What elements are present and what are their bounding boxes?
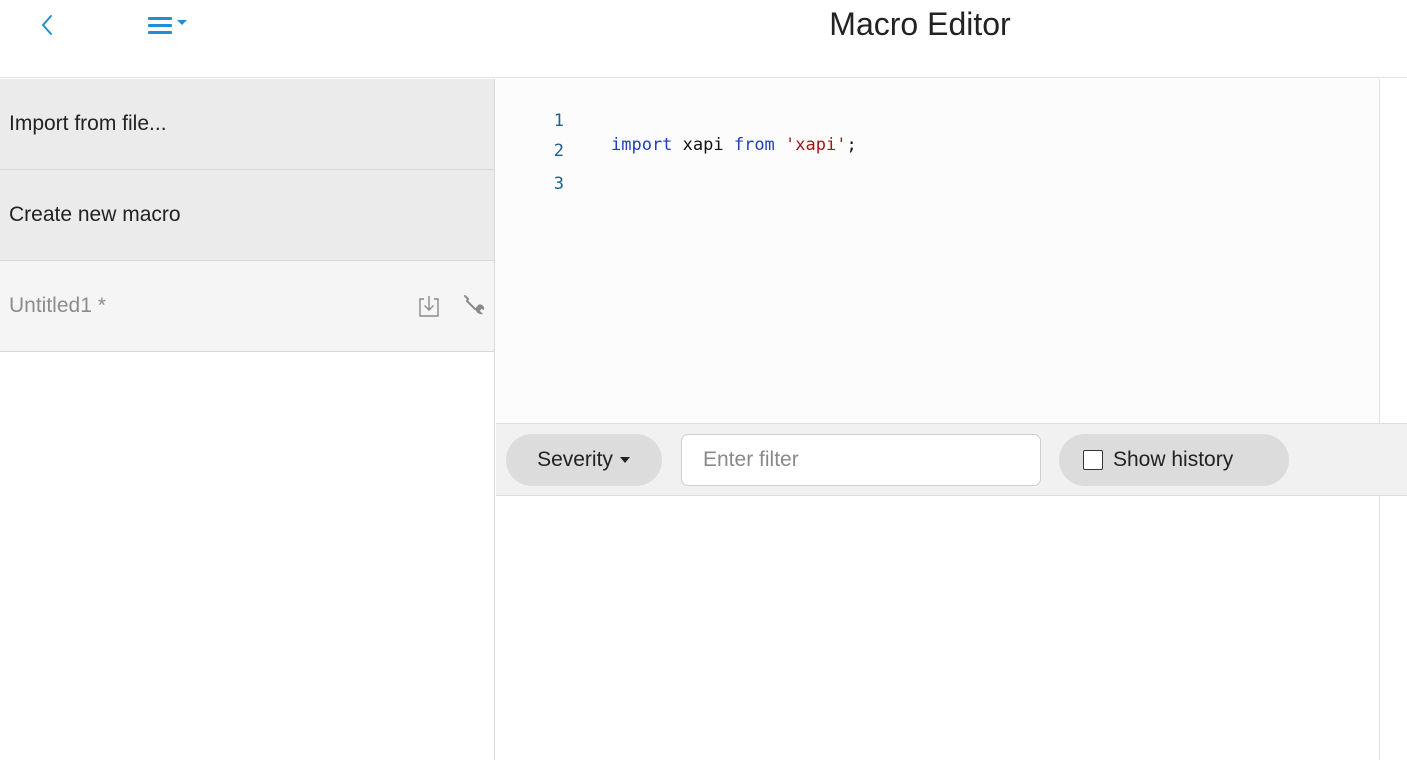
macro-sidebar: Import from file... Create new macro Unt…: [0, 79, 495, 760]
severity-dropdown[interactable]: Severity: [506, 434, 662, 486]
log-output: [496, 496, 1379, 760]
hamburger-menu-icon: [148, 17, 187, 34]
log-toolbar: Severity Show history: [496, 423, 1407, 496]
macro-list-item[interactable]: Untitled1 *: [0, 261, 494, 352]
code-line: 1 import xapi from 'xapi';: [496, 85, 1379, 155]
caret-down-icon: [619, 457, 630, 463]
save-download-icon: [419, 296, 439, 317]
show-history-checkbox[interactable]: [1083, 450, 1103, 470]
chevron-left-icon: [42, 15, 52, 35]
wrench-icon: [464, 295, 485, 315]
menu-button[interactable]: [140, 10, 204, 40]
filter-input[interactable]: [681, 434, 1041, 486]
macro-settings-button[interactable]: [462, 291, 488, 321]
show-history-toggle[interactable]: Show history: [1059, 434, 1289, 486]
top-bar: Macro Editor: [0, 0, 1407, 78]
line-number: 3: [553, 174, 564, 194]
create-new-macro-button[interactable]: Create new macro: [0, 170, 494, 261]
editor-scrollbar[interactable]: [1379, 79, 1407, 423]
macro-item-actions: [416, 291, 488, 321]
log-scrollbar[interactable]: [1379, 496, 1407, 760]
macro-name: Untitled1 *: [9, 294, 106, 317]
severity-label: Severity: [537, 448, 613, 471]
code-line: 3: [496, 148, 1379, 194]
import-from-file-button[interactable]: Import from file...: [0, 79, 494, 170]
create-new-macro-label: Create new macro: [9, 203, 181, 226]
code-editor[interactable]: 1 import xapi from 'xapi'; 2 3: [496, 79, 1379, 423]
show-history-label: Show history: [1113, 448, 1234, 471]
save-macro-button[interactable]: [416, 291, 442, 321]
page-title: Macro Editor: [829, 6, 1011, 42]
back-button[interactable]: [30, 8, 64, 42]
code-line: 2: [496, 115, 1379, 161]
import-from-file-label: Import from file...: [9, 112, 167, 135]
